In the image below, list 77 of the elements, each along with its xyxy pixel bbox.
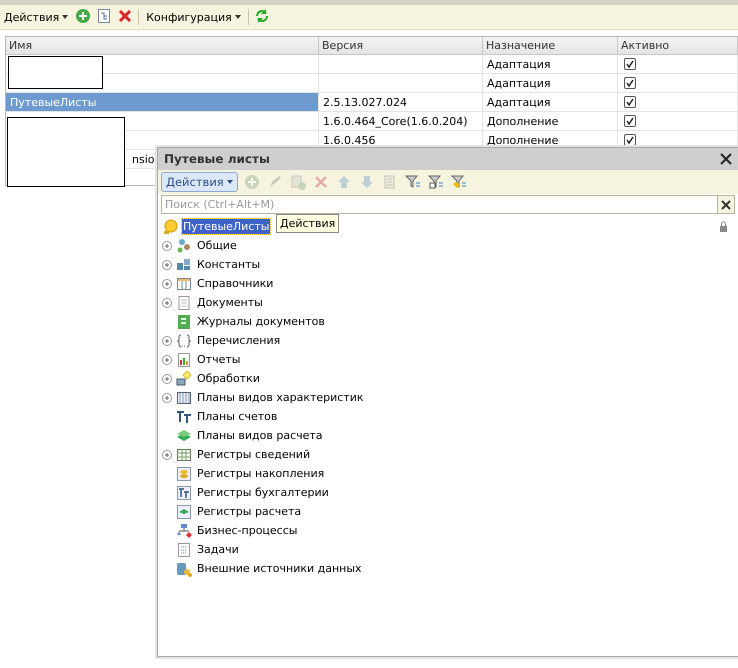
lock-icon — [719, 221, 728, 232]
tree-item[interactable]: Перечисления — [196, 333, 282, 348]
expand-icon[interactable] — [162, 298, 172, 308]
tree-item[interactable]: ПутевыеЛисты — [182, 219, 270, 234]
braces-icon — [176, 332, 192, 348]
tt-icon — [176, 408, 192, 424]
caret-icon — [234, 15, 241, 19]
filter-button[interactable] — [450, 173, 468, 191]
bar-chart-icon — [176, 352, 192, 368]
journal-icon — [176, 314, 192, 330]
column-header[interactable]: Назначение — [483, 37, 618, 55]
checkbox[interactable] — [624, 96, 636, 108]
table-cell: ПутевыеЛисты — [6, 93, 319, 112]
tree-item[interactable]: Константы — [196, 257, 262, 272]
task-list-icon — [176, 542, 192, 558]
table-icon — [176, 276, 192, 292]
database-icon — [176, 560, 192, 576]
key-icon — [162, 218, 178, 234]
expand-icon[interactable] — [162, 450, 172, 460]
expand-icon[interactable] — [162, 354, 172, 364]
configuration-menu[interactable]: Конфигурация — [144, 10, 243, 24]
checkbox[interactable] — [624, 58, 636, 70]
processing-icon — [176, 370, 192, 386]
table-cell: Дополнение — [483, 112, 618, 131]
filter-button[interactable] — [426, 173, 445, 191]
tree-item[interactable]: Бизнес-процессы — [196, 523, 298, 538]
table-cell: Адаптация — [483, 93, 618, 112]
actions-button[interactable]: Действия — [161, 172, 238, 192]
actions-menu[interactable]: Действия — [2, 10, 70, 24]
tree-item[interactable]: Внешние источники данных — [196, 561, 363, 576]
expand-icon[interactable] — [162, 374, 172, 384]
layer-icon — [176, 504, 192, 520]
expand-icon[interactable] — [162, 260, 172, 270]
tree-item[interactable]: Планы видов расчета — [196, 428, 324, 443]
tree-item[interactable]: Справочники — [196, 276, 274, 291]
table-cell: 1.6.0.464_Core(1.6.0.204) — [319, 112, 483, 131]
expand-icon[interactable] — [162, 392, 172, 402]
tree-item[interactable]: Задачи — [196, 542, 240, 557]
coins-icon — [176, 466, 192, 482]
close-icon — [721, 200, 731, 210]
column-header[interactable]: Активно — [618, 37, 738, 55]
tree-item[interactable]: Обработки — [196, 371, 261, 386]
document-icon — [176, 294, 192, 310]
tree-item[interactable]: Планы видов характеристик — [196, 390, 365, 405]
table-cell: Адаптация — [483, 55, 618, 74]
caret-icon — [226, 180, 233, 184]
panel-title: Путевые листы — [164, 152, 270, 166]
checkbox[interactable] — [624, 77, 636, 89]
tree-item[interactable]: Регистры расчета — [196, 504, 302, 519]
tree-item[interactable]: Отчеты — [196, 352, 242, 367]
tree-item[interactable]: Общие — [196, 238, 238, 253]
tree-item[interactable]: Регистры бухгалтерии — [196, 485, 330, 500]
tooltip: Действия — [276, 214, 340, 233]
circles-icon — [176, 238, 192, 254]
expand-icon[interactable] — [162, 240, 172, 250]
clear-button[interactable] — [717, 196, 734, 213]
close-button[interactable] — [720, 153, 732, 165]
caret-icon — [62, 15, 68, 19]
tt-icon — [176, 484, 192, 500]
column-header[interactable]: Имя — [6, 37, 319, 55]
checkbox[interactable] — [624, 134, 636, 146]
expand-icon[interactable] — [162, 336, 172, 346]
tree-item[interactable]: Документы — [196, 295, 264, 310]
checkbox[interactable] — [624, 115, 636, 127]
layers-icon — [176, 428, 192, 444]
table-cell: 2.5.13.027.024 — [319, 93, 483, 112]
table-cell: Адаптация — [483, 74, 618, 93]
expand-icon[interactable] — [162, 278, 172, 288]
tree-item[interactable]: Планы счетов — [196, 409, 278, 424]
tree-item[interactable]: Регистры сведений — [196, 447, 312, 462]
flowchart-icon — [176, 522, 192, 538]
tree-item[interactable]: Журналы документов — [196, 314, 326, 329]
tree-item[interactable]: Регистры накопления — [196, 466, 326, 481]
grid-icon — [176, 446, 192, 462]
blocks-icon — [176, 256, 192, 272]
grid-icon — [176, 390, 192, 406]
column-header[interactable]: Версия — [319, 37, 483, 55]
